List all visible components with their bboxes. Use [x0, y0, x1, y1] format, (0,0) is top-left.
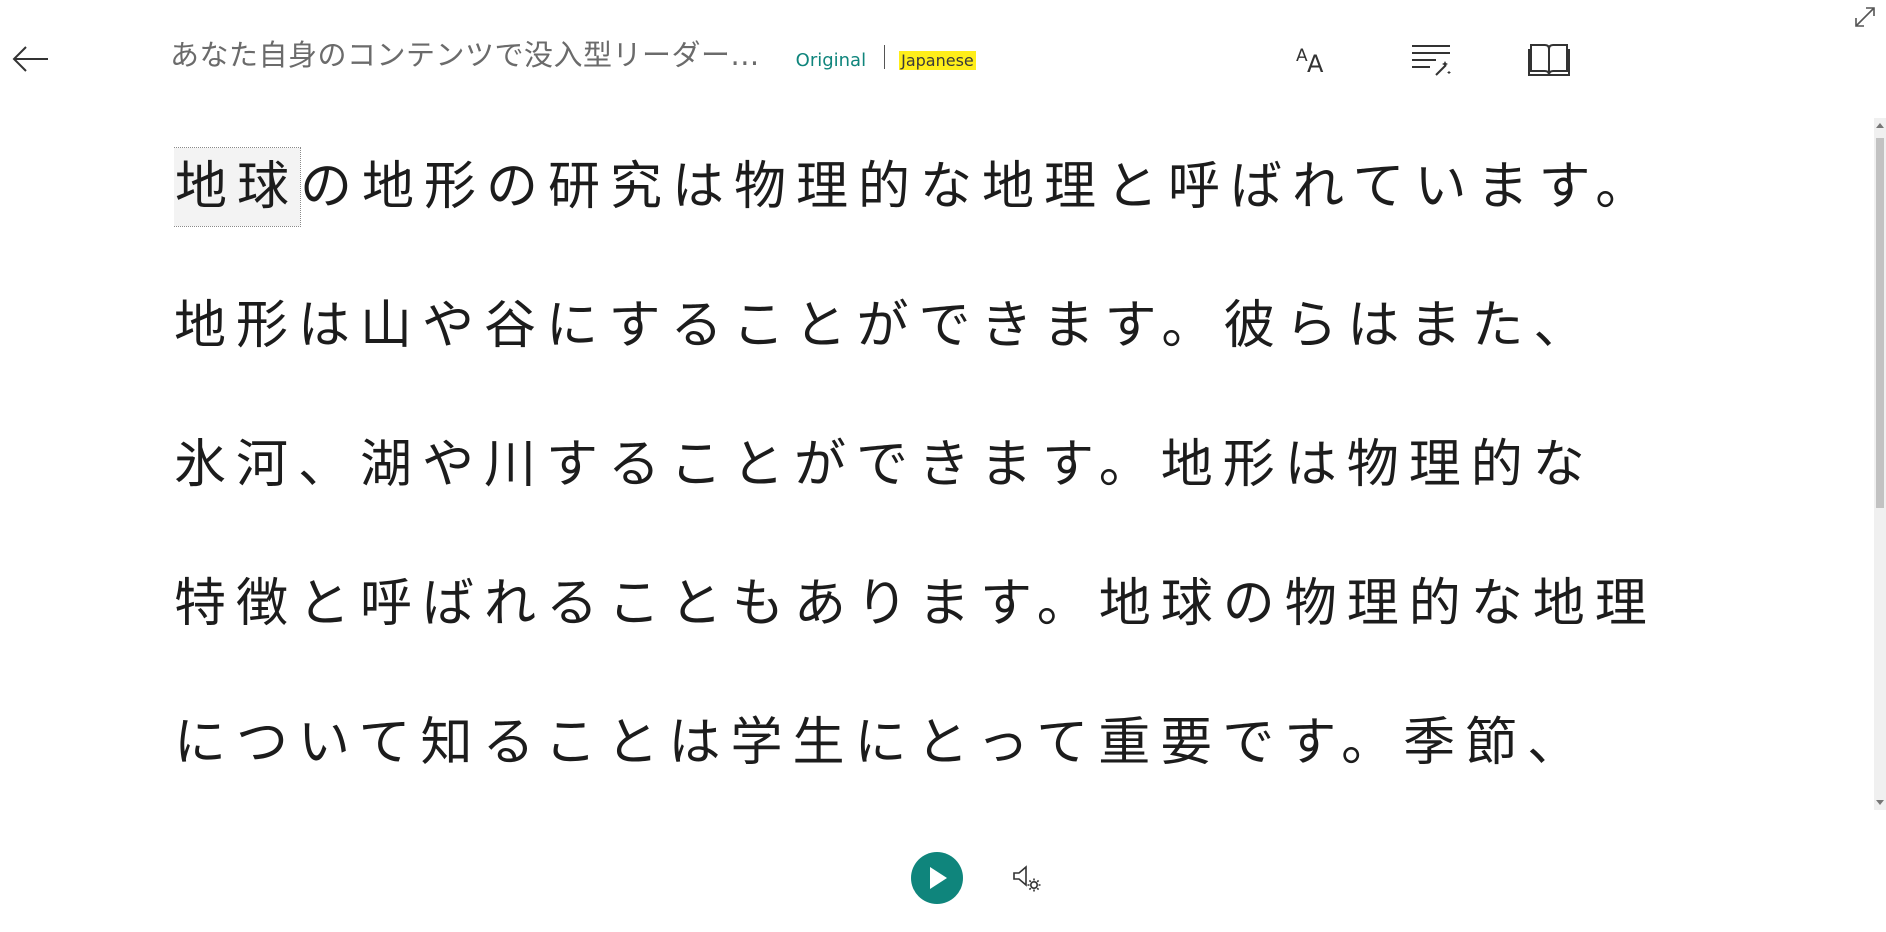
grammar-options-icon	[1412, 45, 1451, 76]
text-line: について知ることは学生にとって重要です。季節、	[174, 674, 1734, 808]
line-text: の地形の研究は物理的な地理と呼ばれています。	[300, 157, 1658, 217]
title-bar: あなた自身のコンテンツで没入型リーダー... Original Japanese	[170, 30, 976, 76]
document-title: あなた自身のコンテンツで没入型リーダー...	[170, 38, 760, 72]
play-button[interactable]	[911, 852, 963, 904]
text-line: 地形は山や谷にすることができます。彼らはまた、	[174, 257, 1734, 396]
line-text: 地形は山や谷にすることができます。彼らはまた、	[174, 296, 1596, 356]
back-arrow-icon	[12, 46, 48, 72]
line-text: 氷河、湖や川することができます。地形は物理的な	[174, 435, 1595, 495]
reading-preferences-icon	[1528, 44, 1570, 76]
reading-content: 地球の地形の研究は物理的な地理と呼ばれています。 地形は山や谷にすることができま…	[174, 118, 1734, 808]
voice-settings-icon[interactable]	[1010, 860, 1046, 896]
text-preferences-button[interactable]: A A	[1288, 34, 1338, 84]
expand-icon[interactable]	[1852, 4, 1878, 30]
vertical-scrollbar[interactable]	[1874, 118, 1886, 810]
reading-preferences-button[interactable]	[1524, 34, 1574, 84]
scroll-thumb[interactable]	[1876, 138, 1884, 508]
scroll-down-button[interactable]	[1874, 796, 1886, 810]
line-text: 特徴と呼ばれることもあります。地球の物理的な地理	[174, 574, 1657, 634]
chevron-down-icon	[1876, 800, 1884, 805]
text-line: 氷河、湖や川することができます。地形は物理的な	[174, 396, 1734, 535]
svg-text:A: A	[1307, 50, 1324, 78]
scroll-up-button[interactable]	[1874, 118, 1886, 132]
immersive-reader-window: あなた自身のコンテンツで没入型リーダー... Original Japanese…	[0, 0, 1886, 932]
text-line: 特徴と呼ばれることもあります。地球の物理的な地理	[174, 535, 1734, 674]
grammar-options-button[interactable]	[1406, 34, 1456, 84]
line-text: について知ることは学生にとって重要です。季節、	[174, 713, 1590, 773]
text-preferences-icon: A A	[1296, 46, 1324, 78]
back-button[interactable]	[10, 38, 52, 80]
language-separator	[884, 45, 886, 69]
text-line: 地球の地形の研究は物理的な地理と呼ばれています。	[174, 118, 1734, 257]
chevron-up-icon	[1876, 123, 1884, 128]
language-original-link[interactable]: Original	[796, 50, 866, 71]
play-icon	[930, 867, 947, 889]
focused-word[interactable]: 地球	[174, 147, 302, 227]
language-japanese-link[interactable]: Japanese	[899, 50, 976, 70]
